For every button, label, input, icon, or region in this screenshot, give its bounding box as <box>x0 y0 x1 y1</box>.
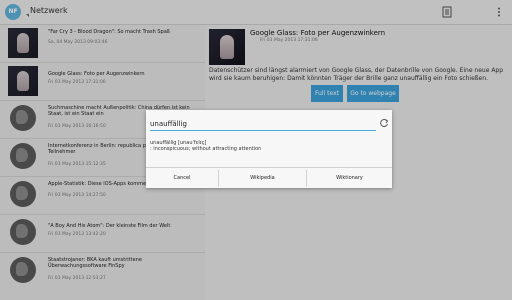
lookup-word-input[interactable]: unauffällig <box>150 118 376 131</box>
wiktionary-button[interactable]: Wiktionary <box>307 168 392 189</box>
wikipedia-button[interactable]: Wikipedia <box>219 168 306 189</box>
cancel-button[interactable]: Cancel <box>146 168 218 189</box>
definition-meaning: : inconspicuous; without attracting atte… <box>150 146 262 152</box>
refresh-icon[interactable] <box>379 118 389 128</box>
dictionary-dialog: unauffällig unauffällig [unauˈfɛlɪç] : i… <box>146 110 392 188</box>
dialog-button-bar: Cancel Wikipedia Wiktionary <box>146 167 392 189</box>
definition-text: unauffällig [unauˈfɛlɪç] : inconspicuous… <box>150 140 261 152</box>
